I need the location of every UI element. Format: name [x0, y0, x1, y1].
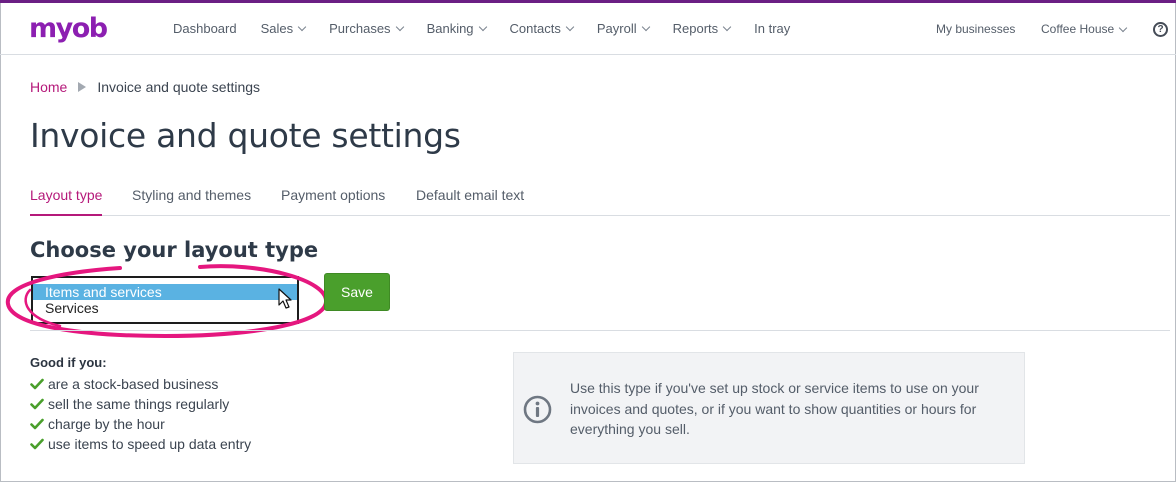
- section-divider: [30, 330, 1170, 331]
- mouse-pointer-icon: [278, 288, 292, 309]
- breadcrumb-current: Invoice and quote settings: [97, 79, 261, 95]
- chevron-down-icon: [722, 22, 732, 32]
- breadcrumb-arrow-icon: [78, 82, 87, 92]
- my-businesses-link[interactable]: My businesses: [936, 22, 1015, 36]
- section-title: Choose your layout type: [30, 238, 319, 262]
- nav-purchases[interactable]: Purchases: [329, 21, 404, 36]
- list-item: are a stock-based business: [30, 374, 251, 394]
- nav-payroll[interactable]: Payroll: [597, 21, 650, 36]
- list-item: use items to speed up data entry: [30, 434, 251, 454]
- nav-banking[interactable]: Banking: [427, 21, 487, 36]
- top-header: myob Dashboard Sales Purchases Banking C…: [0, 3, 1176, 55]
- option-services[interactable]: Services: [33, 300, 297, 316]
- tab-default-email-text[interactable]: Default email text: [416, 187, 524, 216]
- nav-in-tray[interactable]: In tray: [754, 21, 790, 36]
- info-text: Use this type if you've set up stock or …: [570, 380, 979, 437]
- page-title: Invoice and quote settings: [30, 116, 461, 155]
- chevron-down-icon: [1118, 23, 1128, 32]
- chevron-down-icon: [565, 22, 575, 32]
- chevron-down-icon: [297, 22, 307, 32]
- info-icon: [523, 395, 552, 424]
- settings-tabs: Layout type Styling and themes Payment o…: [30, 187, 1170, 216]
- info-panel: Use this type if you've set up stock or …: [513, 352, 1025, 464]
- checkmark-icon: [30, 438, 44, 450]
- good-if-list: are a stock-based business sell the same…: [30, 374, 251, 454]
- nav-contacts[interactable]: Contacts: [510, 21, 575, 36]
- business-switcher[interactable]: Coffee House: [1041, 22, 1128, 36]
- layout-type-listbox[interactable]: Items and services Services: [31, 276, 299, 324]
- chevron-down-icon: [641, 22, 650, 32]
- list-item: sell the same things regularly: [30, 394, 251, 414]
- breadcrumb: Home Invoice and quote settings: [30, 79, 260, 95]
- checkmark-icon: [30, 418, 44, 430]
- chevron-down-icon: [478, 22, 487, 32]
- nav-reports[interactable]: Reports: [673, 21, 732, 36]
- checkmark-icon: [30, 378, 44, 390]
- tab-layout-type[interactable]: Layout type: [30, 187, 103, 216]
- tab-payment-options[interactable]: Payment options: [281, 187, 385, 216]
- list-item: charge by the hour: [30, 414, 251, 434]
- option-items-and-services[interactable]: Items and services: [33, 284, 297, 300]
- nav-dashboard[interactable]: Dashboard: [173, 21, 237, 36]
- help-icon[interactable]: ?: [1153, 22, 1168, 37]
- myob-logo[interactable]: myob: [29, 13, 108, 44]
- tab-styling-and-themes[interactable]: Styling and themes: [132, 187, 251, 216]
- checkmark-icon: [30, 398, 44, 410]
- nav-sales[interactable]: Sales: [261, 21, 307, 36]
- main-nav: Dashboard Sales Purchases Banking Contac…: [173, 21, 814, 36]
- breadcrumb-home[interactable]: Home: [30, 79, 67, 95]
- save-button[interactable]: Save: [324, 273, 390, 311]
- chevron-down-icon: [395, 22, 404, 32]
- good-if-heading: Good if you:: [30, 355, 107, 370]
